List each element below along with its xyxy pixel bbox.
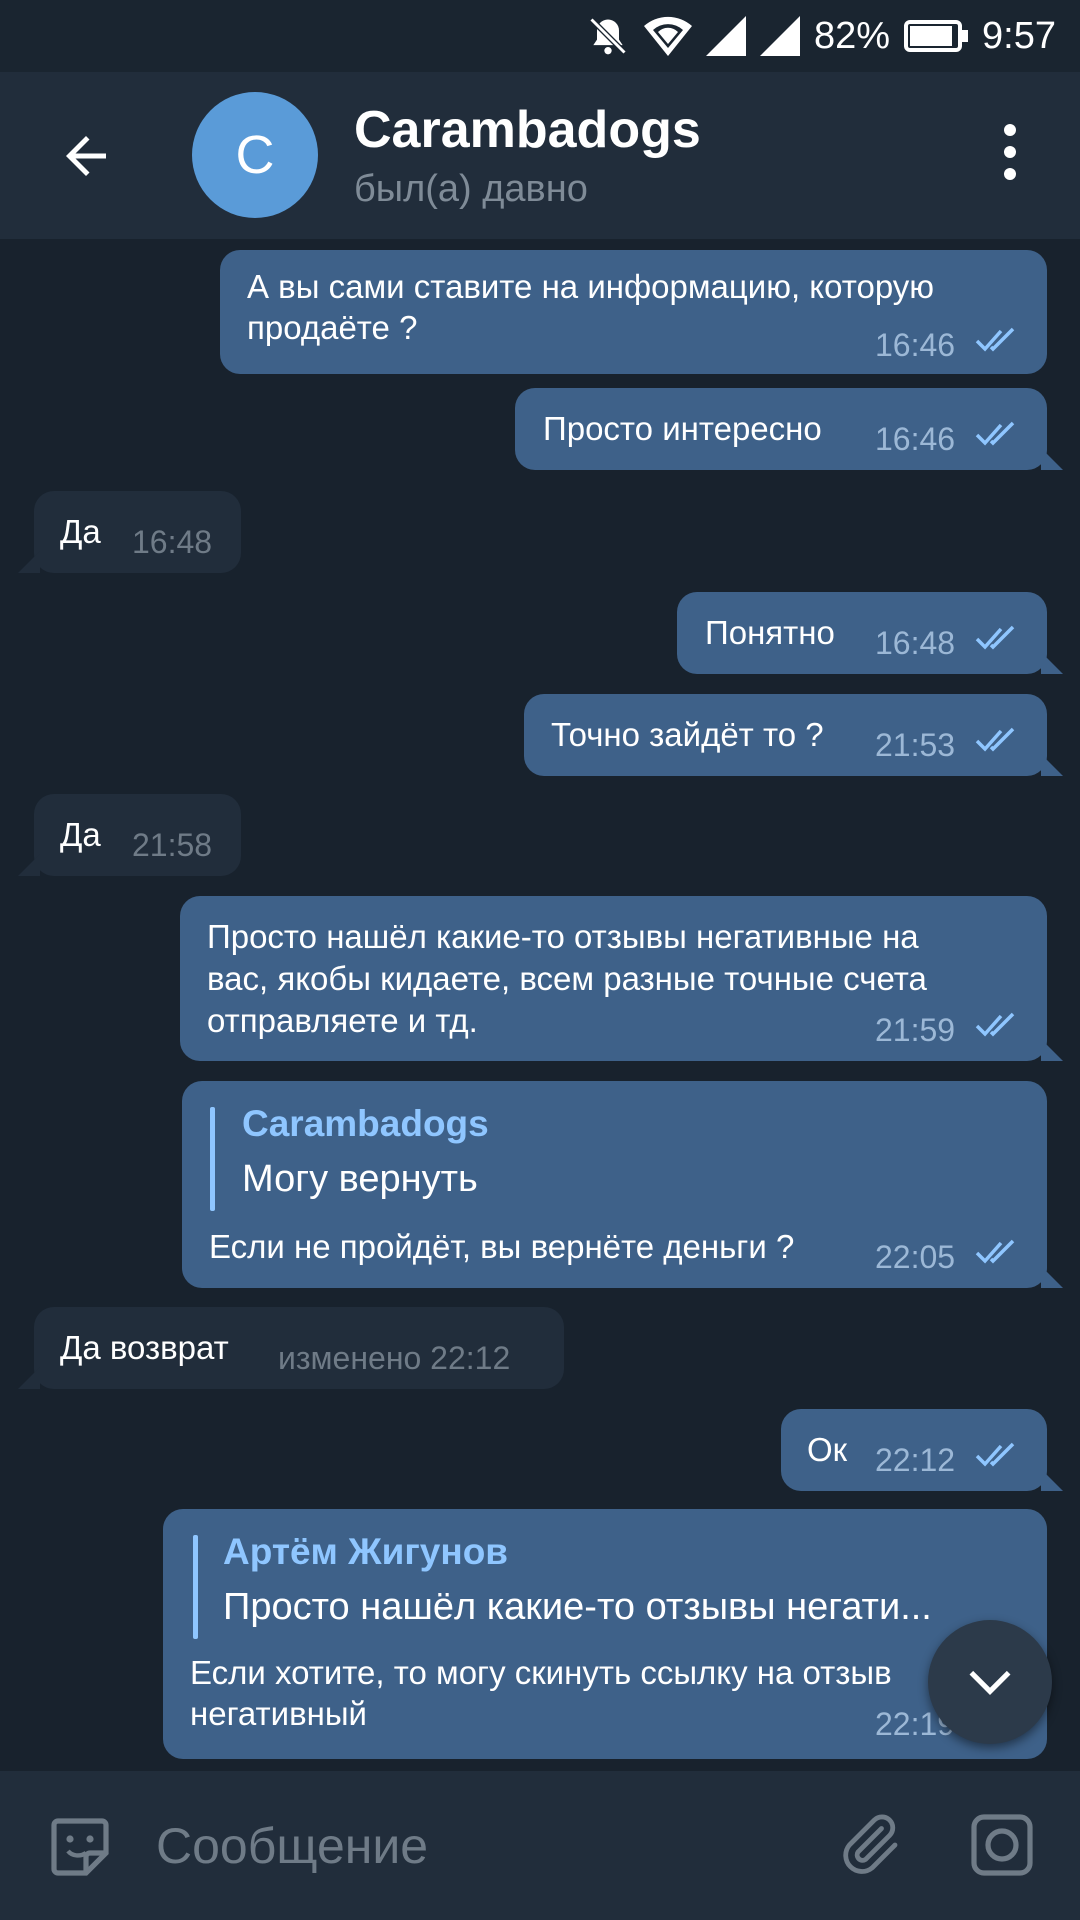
paperclip-icon[interactable]: [832, 1809, 904, 1881]
message-text: Просто интересно: [543, 410, 822, 447]
message-text: А вы сами ставите на информацию, которую: [247, 268, 935, 305]
message-text: Понятно: [705, 614, 835, 651]
double-check-icon: [975, 1239, 1015, 1264]
message-bubble-outgoing[interactable]: Просто интересно 16:46: [515, 388, 1063, 470]
message-time: 22:05: [875, 1239, 956, 1275]
camera-icon[interactable]: [968, 1811, 1036, 1879]
reply-quote-bar: [210, 1107, 215, 1211]
message-bubble-outgoing[interactable]: Точно зайдёт то ? 21:53: [524, 694, 1063, 776]
message-time: 16:48: [875, 625, 956, 661]
message-input-bar: Сообщение: [0, 1771, 1080, 1920]
message-text: Да: [60, 816, 101, 853]
double-check-icon: [975, 1442, 1015, 1467]
more-vert-icon[interactable]: [990, 124, 1030, 184]
status-bar: 82% 9:57: [0, 0, 1080, 72]
wifi-icon: [643, 14, 692, 58]
message-time: 16:48: [132, 524, 213, 560]
double-check-icon: [975, 1012, 1015, 1037]
battery-percent: 82%: [813, 14, 891, 57]
message-time: 21:59: [875, 1012, 956, 1048]
message-text: Да: [60, 513, 101, 550]
scroll-down-button[interactable]: [928, 1620, 1052, 1744]
signal-icon: [759, 16, 800, 56]
message-time: 16:46: [875, 421, 956, 457]
message-time: 21:58: [132, 827, 213, 863]
double-check-icon: [975, 625, 1015, 650]
message-text: Точно зайдёт то ?: [551, 716, 824, 753]
message-bubble-outgoing[interactable]: Просто нашёл какие-то отзывы негативные …: [180, 896, 1063, 1061]
message-bubble-outgoing[interactable]: Артём Жигунов Просто нашёл какие-то отзы…: [163, 1509, 1047, 1759]
message-time: 21:53: [875, 727, 956, 763]
clock: 9:57: [982, 14, 1056, 57]
message-input[interactable]: Сообщение: [156, 1817, 428, 1875]
message-text: Если хотите, то могу скинуть ссылку на о…: [190, 1654, 892, 1691]
sticker-icon[interactable]: [46, 1813, 114, 1881]
message-bubble-incoming[interactable]: Да 21:58: [18, 794, 241, 876]
back-arrow-icon[interactable]: [56, 126, 116, 186]
message-text: Если не пройдёт, вы вернёте деньги ?: [209, 1228, 795, 1265]
message-text: продаёте ?: [247, 309, 418, 346]
message-text: отправляете и тд.: [207, 1002, 478, 1039]
reply-author: Carambadogs: [242, 1103, 489, 1144]
message-bubble-outgoing[interactable]: А вы сами ставите на информацию, которую…: [220, 250, 1047, 374]
message-bubble-outgoing[interactable]: Carambadogs Могу вернуть Если не пройдёт…: [182, 1081, 1063, 1288]
message-time: изменено 22:12: [278, 1340, 511, 1376]
reply-quote-bar: [193, 1535, 198, 1639]
message-text: Да возврат: [60, 1329, 229, 1366]
message-text: вас, якобы кидаете, всем разные точные с…: [207, 960, 927, 997]
chat-title[interactable]: Carambadogs: [354, 100, 701, 160]
message-bubble-incoming[interactable]: Да возврат изменено 22:12: [18, 1307, 564, 1389]
double-check-icon: [975, 727, 1015, 752]
double-check-icon: [975, 421, 1015, 446]
chat-header: C Carambadogs был(а) давно: [0, 72, 1080, 239]
last-seen-status: был(а) давно: [354, 168, 588, 210]
message-bubble-outgoing[interactable]: Ок 22:12: [781, 1409, 1063, 1491]
avatar[interactable]: C: [192, 92, 318, 218]
message-text: негативный: [190, 1695, 367, 1732]
message-bubble-outgoing[interactable]: Понятно 16:48: [677, 592, 1063, 674]
message-bubble-incoming[interactable]: Да 16:48: [18, 491, 241, 573]
chevron-down-icon: [969, 1670, 1011, 1695]
reply-snippet: Просто нашёл какие-то отзывы негати...: [223, 1586, 932, 1628]
reply-snippet: Могу вернуть: [242, 1158, 478, 1200]
message-text: Ок: [807, 1431, 848, 1468]
message-text: Просто нашёл какие-то отзывы негативные …: [207, 918, 919, 955]
mute-bell-icon: [586, 14, 630, 58]
double-check-icon: [975, 327, 1015, 352]
signal-icon: [705, 16, 746, 56]
message-list[interactable]: А вы сами ставите на информацию, которую…: [0, 239, 1080, 1771]
message-time: 16:46: [875, 327, 956, 363]
message-time: 22:12: [875, 1442, 956, 1478]
battery-icon: [904, 20, 969, 52]
reply-author: Артём Жигунов: [223, 1531, 509, 1572]
